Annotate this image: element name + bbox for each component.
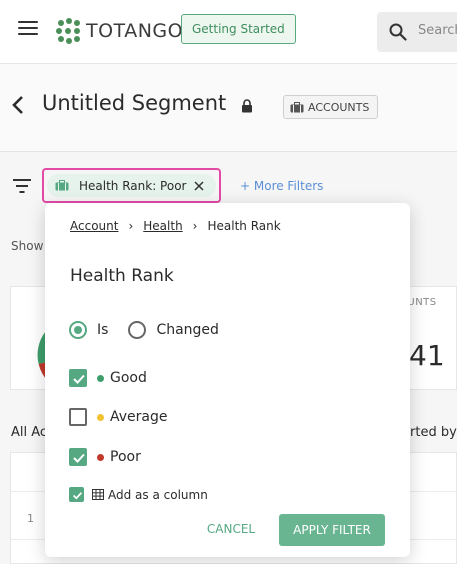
scope-chip[interactable]: ACCOUNTS [283, 95, 379, 119]
accounts-count: 41 [409, 339, 445, 372]
checkmark-icon [73, 374, 85, 384]
filter-lines-icon[interactable] [12, 178, 32, 194]
status-dot-icon [97, 453, 104, 461]
totango-logo[interactable]: TOTANGO [56, 18, 183, 44]
search-input[interactable]: Search [377, 12, 457, 52]
more-filters-link[interactable]: + More Filters [240, 179, 323, 193]
radio-is[interactable] [69, 321, 87, 339]
radio-changed[interactable] [128, 321, 147, 339]
logo-mark-icon [56, 18, 80, 44]
checkmark-icon [72, 492, 83, 500]
breadcrumb-account[interactable]: Account [70, 219, 118, 233]
sorted-by-label[interactable]: rted by [410, 425, 457, 440]
top-app-bar: TOTANGO Getting Started Search [0, 0, 457, 64]
lock-icon [242, 99, 252, 113]
checkmark-icon [73, 453, 85, 463]
getting-started-button[interactable]: Getting Started [181, 14, 296, 44]
radio-changed-label[interactable]: Changed [156, 322, 219, 338]
value-option-average[interactable]: Average [69, 408, 168, 426]
chevron-right-icon: › [192, 219, 198, 233]
logo-text: TOTANGO [86, 20, 184, 42]
search-placeholder: Search [418, 23, 457, 38]
cancel-button[interactable]: CANCEL [199, 516, 263, 542]
checkbox-add-column[interactable] [69, 487, 84, 502]
chevron-right-icon: › [128, 219, 134, 233]
value-label-poor: Poor [110, 449, 141, 465]
chevron-left-icon[interactable] [10, 94, 26, 116]
mode-radio-group: Is Changed [69, 321, 219, 339]
segment-header: Untitled Segment ACCOUNTS [0, 64, 457, 152]
all-accounts-label: All Ac [11, 425, 48, 440]
radio-is-label[interactable]: Is [97, 322, 108, 338]
value-option-good[interactable]: Good [69, 369, 147, 387]
checkbox-good[interactable] [69, 369, 87, 387]
hamburger-icon[interactable] [18, 21, 38, 37]
status-dot-icon [97, 374, 104, 382]
add-as-column-option[interactable]: Add as a column [69, 487, 208, 502]
briefcase-icon [55, 180, 69, 191]
add-column-label: Add as a column [108, 487, 208, 502]
value-option-poor[interactable]: Poor [69, 448, 141, 466]
value-label-average: Average [110, 409, 168, 425]
table-icon [92, 489, 104, 500]
show-label: Show [11, 239, 44, 253]
apply-filter-button[interactable]: APPLY FILTER [279, 514, 385, 546]
scope-chip-label: ACCOUNTS [308, 100, 370, 114]
close-icon[interactable] [194, 180, 205, 191]
breadcrumb: Account › Health › Health Rank [70, 219, 281, 233]
popover-title: Health Rank [70, 266, 174, 286]
checkbox-average[interactable] [69, 408, 87, 426]
briefcase-icon [290, 101, 304, 112]
active-filter-chip-body[interactable]: Health Rank: Poor [47, 174, 216, 197]
checkbox-poor[interactable] [69, 448, 87, 466]
value-label-good: Good [110, 370, 147, 386]
status-dot-icon [97, 413, 104, 421]
breadcrumb-health[interactable]: Health [143, 219, 182, 233]
active-filter-label: Health Rank: Poor [79, 178, 187, 193]
search-icon [389, 23, 407, 41]
active-filter-chip[interactable]: Health Rank: Poor [42, 168, 221, 203]
filter-popover: Account › Health › Health Rank Health Ra… [45, 203, 410, 557]
breadcrumb-health-rank: Health Rank [207, 219, 281, 233]
row-number: 1 [27, 512, 34, 525]
segment-title[interactable]: Untitled Segment [42, 91, 226, 115]
